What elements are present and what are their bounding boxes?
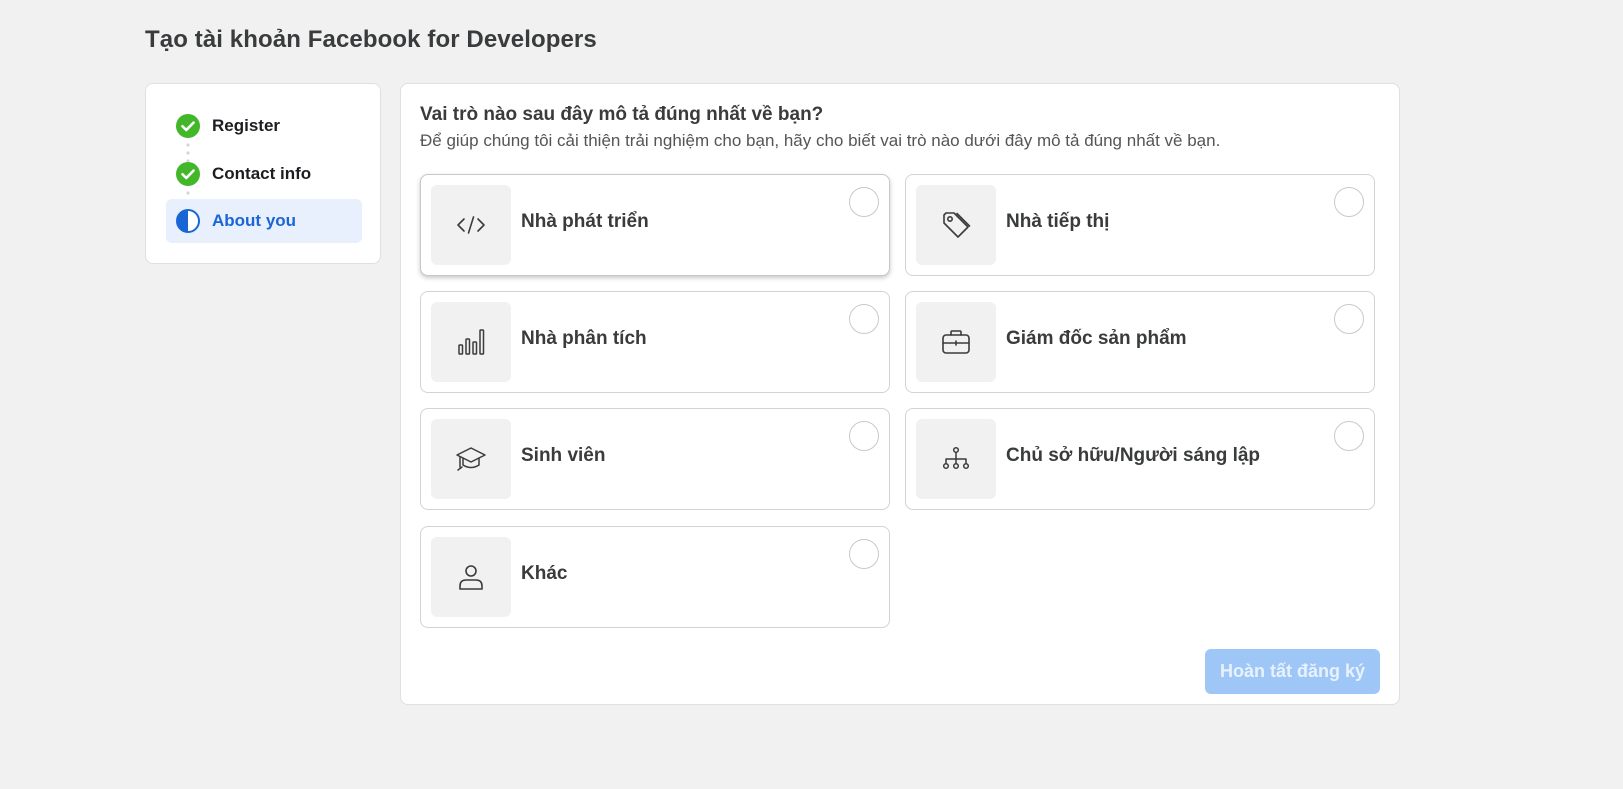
option-product-manager[interactable]: Giám đốc sản phẩm [905,291,1375,393]
option-student[interactable]: Sinh viên [420,408,890,510]
radio-button[interactable] [1334,304,1364,334]
option-owner-founder[interactable]: Chủ sở hữu/Người sáng lập [905,408,1375,510]
option-label: Chủ sở hữu/Người sáng lập [1006,445,1261,466]
page-title: Tạo tài khoản Facebook for Developers [145,26,597,53]
tag-icon [943,212,971,238]
radio-button[interactable] [849,421,879,451]
option-developer[interactable]: Nhà phát triển [420,174,890,276]
option-icon-box [916,185,996,265]
role-selection-card: Vai trò nào sau đây mô tả đúng nhất về b… [400,83,1400,705]
step-label: Contact info [212,164,312,183]
radio-button[interactable] [1334,421,1364,451]
step-contact-info[interactable]: Contact info [166,152,362,196]
option-icon-box [431,302,511,382]
question-subtitle: Để giúp chúng tôi cải thiện trải nghiệm … [420,131,1221,150]
org-chart-icon [942,446,970,470]
step-register[interactable]: Register [166,104,362,148]
option-label: Giám đốc sản phẩm [1006,328,1187,349]
option-label: Nhà phân tích [521,328,647,349]
option-icon-box [916,302,996,382]
option-icon-box [431,537,511,617]
briefcase-icon [942,330,970,354]
option-label: Sinh viên [521,445,606,466]
person-icon [459,565,483,590]
question-title: Vai trò nào sau đây mô tả đúng nhất về b… [420,104,824,125]
option-icon-box [431,419,511,499]
check-circle-icon [176,114,200,138]
option-label: Nhà tiếp thị [1006,211,1110,232]
option-icon-box [431,185,511,265]
option-icon-box [916,419,996,499]
check-circle-icon [176,162,200,186]
half-circle-icon [176,209,200,233]
radio-button[interactable] [849,539,879,569]
option-other[interactable]: Khác [420,526,890,628]
radio-button[interactable] [849,187,879,217]
progress-stepper: Register Contact info About you [145,83,381,264]
complete-registration-button[interactable]: Hoàn tất đăng ký [1205,649,1380,694]
radio-button[interactable] [1334,187,1364,217]
option-analyst[interactable]: Nhà phân tích [420,291,890,393]
option-label: Khác [521,563,568,584]
option-label: Nhà phát triển [521,211,649,232]
step-label: Register [212,116,281,135]
code-icon [457,216,485,234]
step-about-you[interactable]: About you [166,199,362,243]
step-label: About you [212,211,297,230]
option-marketer[interactable]: Nhà tiếp thị [905,174,1375,276]
radio-button[interactable] [849,304,879,334]
graduation-cap-icon [456,447,486,471]
bar-chart-icon [458,329,485,355]
